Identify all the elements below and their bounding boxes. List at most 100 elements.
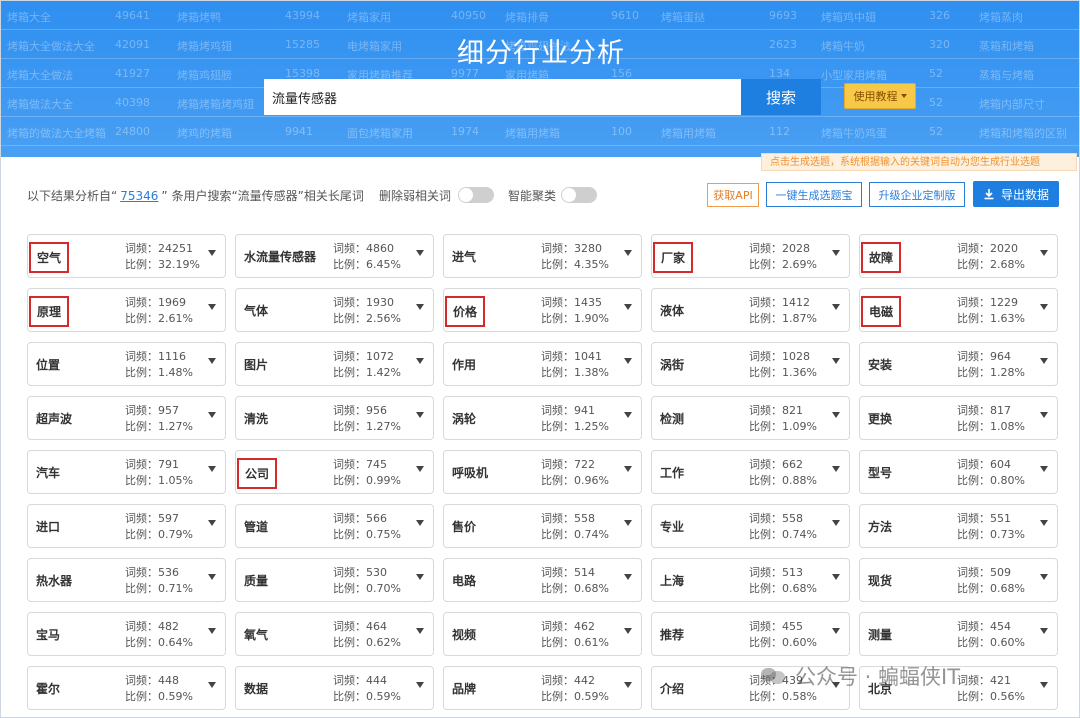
keyword-card[interactable]: 视频 词频：462 比例：0.61% bbox=[443, 612, 642, 656]
expand-caret-icon[interactable] bbox=[832, 250, 840, 256]
keyword-card[interactable]: 售价 词频：558 比例：0.74% bbox=[443, 504, 642, 548]
keyword-card[interactable]: 超声波 词频：957 比例：1.27% bbox=[27, 396, 226, 440]
expand-caret-icon[interactable] bbox=[208, 520, 216, 526]
expand-caret-icon[interactable] bbox=[208, 412, 216, 418]
expand-caret-icon[interactable] bbox=[1040, 358, 1048, 364]
keyword-card[interactable]: 热水器 词频：536 比例：0.71% bbox=[27, 558, 226, 602]
export-data-button[interactable]: 导出数据 bbox=[973, 181, 1059, 207]
expand-caret-icon[interactable] bbox=[416, 466, 424, 472]
expand-caret-icon[interactable] bbox=[1040, 574, 1048, 580]
expand-caret-icon[interactable] bbox=[624, 358, 632, 364]
expand-caret-icon[interactable] bbox=[208, 304, 216, 310]
expand-caret-icon[interactable] bbox=[624, 682, 632, 688]
keyword-card[interactable]: 价格 词频：1435 比例：1.90% bbox=[443, 288, 642, 332]
expand-caret-icon[interactable] bbox=[832, 574, 840, 580]
expand-caret-icon[interactable] bbox=[208, 250, 216, 256]
keyword-card[interactable]: 数据 词频：444 比例：0.59% bbox=[235, 666, 434, 710]
keyword-card[interactable]: 汽车 词频：791 比例：1.05% bbox=[27, 450, 226, 494]
expand-caret-icon[interactable] bbox=[416, 412, 424, 418]
expand-caret-icon[interactable] bbox=[416, 628, 424, 634]
generate-topics-button[interactable]: 一键生成选题宝 bbox=[766, 182, 862, 207]
keyword-card[interactable]: 上海 词频：513 比例：0.68% bbox=[651, 558, 850, 602]
expand-caret-icon[interactable] bbox=[832, 358, 840, 364]
expand-caret-icon[interactable] bbox=[208, 628, 216, 634]
keyword-card[interactable]: 厂家 词频：2028 比例：2.69% bbox=[651, 234, 850, 278]
keyword-card[interactable]: 管道 词频：566 比例：0.75% bbox=[235, 504, 434, 548]
keyword-card[interactable]: 水流量传感器 词频：4860 比例：6.45% bbox=[235, 234, 434, 278]
keyword-card[interactable]: 霍尔 词频：448 比例：0.59% bbox=[27, 666, 226, 710]
summary-count-link[interactable]: 75346 bbox=[120, 189, 158, 203]
expand-caret-icon[interactable] bbox=[832, 304, 840, 310]
keyword-card[interactable]: 电磁 词频：1229 比例：1.63% bbox=[859, 288, 1058, 332]
keyword-card[interactable]: 呼吸机 词频：722 比例：0.96% bbox=[443, 450, 642, 494]
search-input[interactable] bbox=[264, 79, 741, 115]
keyword-card[interactable]: 更换 词频：817 比例：1.08% bbox=[859, 396, 1058, 440]
keyword-frequency: 词频：662 bbox=[749, 458, 803, 471]
search-button[interactable]: 搜索 bbox=[741, 79, 821, 115]
expand-caret-icon[interactable] bbox=[624, 250, 632, 256]
expand-caret-icon[interactable] bbox=[832, 466, 840, 472]
get-api-button[interactable]: 获取API bbox=[707, 183, 759, 207]
keyword-card[interactable]: 空气 词频：24251 比例：32.19% bbox=[27, 234, 226, 278]
expand-caret-icon[interactable] bbox=[624, 574, 632, 580]
keyword-card[interactable]: 品牌 词频：442 比例：0.59% bbox=[443, 666, 642, 710]
keyword-card[interactable]: 推荐 词频：455 比例：0.60% bbox=[651, 612, 850, 656]
expand-caret-icon[interactable] bbox=[1040, 628, 1048, 634]
keyword-card[interactable]: 涡轮 词频：941 比例：1.25% bbox=[443, 396, 642, 440]
keyword-card[interactable]: 宝马 词频：482 比例：0.64% bbox=[27, 612, 226, 656]
expand-caret-icon[interactable] bbox=[416, 520, 424, 526]
expand-caret-icon[interactable] bbox=[416, 574, 424, 580]
expand-caret-icon[interactable] bbox=[832, 628, 840, 634]
keyword-card[interactable]: 位置 词频：1116 比例：1.48% bbox=[27, 342, 226, 386]
expand-caret-icon[interactable] bbox=[624, 520, 632, 526]
keyword-card[interactable]: 专业 词频：558 比例：0.74% bbox=[651, 504, 850, 548]
expand-caret-icon[interactable] bbox=[416, 304, 424, 310]
expand-caret-icon[interactable] bbox=[832, 520, 840, 526]
keyword-card[interactable]: 进口 词频：597 比例：0.79% bbox=[27, 504, 226, 548]
keyword-label: 进气 bbox=[452, 250, 477, 264]
keyword-card[interactable]: 氧气 词频：464 比例：0.62% bbox=[235, 612, 434, 656]
expand-caret-icon[interactable] bbox=[624, 466, 632, 472]
expand-caret-icon[interactable] bbox=[1040, 682, 1048, 688]
expand-caret-icon[interactable] bbox=[416, 250, 424, 256]
keyword-card[interactable]: 液体 词频：1412 比例：1.87% bbox=[651, 288, 850, 332]
keyword-card[interactable]: 电路 词频：514 比例：0.68% bbox=[443, 558, 642, 602]
expand-caret-icon[interactable] bbox=[1040, 304, 1048, 310]
expand-caret-icon[interactable] bbox=[208, 574, 216, 580]
keyword-card[interactable]: 进气 词频：3280 比例：4.35% bbox=[443, 234, 642, 278]
expand-caret-icon[interactable] bbox=[1040, 412, 1048, 418]
upgrade-enterprise-button[interactable]: 升级企业定制版 bbox=[869, 182, 965, 207]
keyword-card[interactable]: 安装 词频：964 比例：1.28% bbox=[859, 342, 1058, 386]
keyword-card[interactable]: 检测 词频：821 比例：1.09% bbox=[651, 396, 850, 440]
expand-caret-icon[interactable] bbox=[208, 466, 216, 472]
toggle-weak-related[interactable] bbox=[458, 187, 494, 203]
expand-caret-icon[interactable] bbox=[1040, 520, 1048, 526]
keyword-card[interactable]: 质量 词频：530 比例：0.70% bbox=[235, 558, 434, 602]
keyword-card[interactable]: 故障 词频：2020 比例：2.68% bbox=[859, 234, 1058, 278]
keyword-card[interactable]: 方法 词频：551 比例：0.73% bbox=[859, 504, 1058, 548]
keyword-card[interactable]: 涡街 词频：1028 比例：1.36% bbox=[651, 342, 850, 386]
keyword-card[interactable]: 气体 词频：1930 比例：2.56% bbox=[235, 288, 434, 332]
keyword-card[interactable]: 清洗 词频：956 比例：1.27% bbox=[235, 396, 434, 440]
expand-caret-icon[interactable] bbox=[416, 358, 424, 364]
keyword-card[interactable]: 测量 词频：454 比例：0.60% bbox=[859, 612, 1058, 656]
expand-caret-icon[interactable] bbox=[624, 304, 632, 310]
keyword-card[interactable]: 公司 词频：745 比例：0.99% bbox=[235, 450, 434, 494]
keyword-card[interactable]: 原理 词频：1969 比例：2.61% bbox=[27, 288, 226, 332]
keyword-card[interactable]: 现货 词频：509 比例：0.68% bbox=[859, 558, 1058, 602]
keyword-card[interactable]: 作用 词频：1041 比例：1.38% bbox=[443, 342, 642, 386]
expand-caret-icon[interactable] bbox=[208, 682, 216, 688]
expand-caret-icon[interactable] bbox=[416, 682, 424, 688]
expand-caret-icon[interactable] bbox=[624, 628, 632, 634]
tutorial-button[interactable]: 使用教程 bbox=[844, 83, 916, 109]
expand-caret-icon[interactable] bbox=[624, 412, 632, 418]
keyword-card[interactable]: 图片 词频：1072 比例：1.42% bbox=[235, 342, 434, 386]
expand-caret-icon[interactable] bbox=[1040, 466, 1048, 472]
expand-caret-icon[interactable] bbox=[1040, 250, 1048, 256]
keyword-card[interactable]: 型号 词频：604 比例：0.80% bbox=[859, 450, 1058, 494]
expand-caret-icon[interactable] bbox=[208, 358, 216, 364]
keyword-card[interactable]: 工作 词频：662 比例：0.88% bbox=[651, 450, 850, 494]
expand-caret-icon[interactable] bbox=[832, 412, 840, 418]
keyword-stats: 词频：566 比例：0.75% bbox=[333, 511, 401, 543]
toggle-smart-cluster[interactable] bbox=[561, 187, 597, 203]
